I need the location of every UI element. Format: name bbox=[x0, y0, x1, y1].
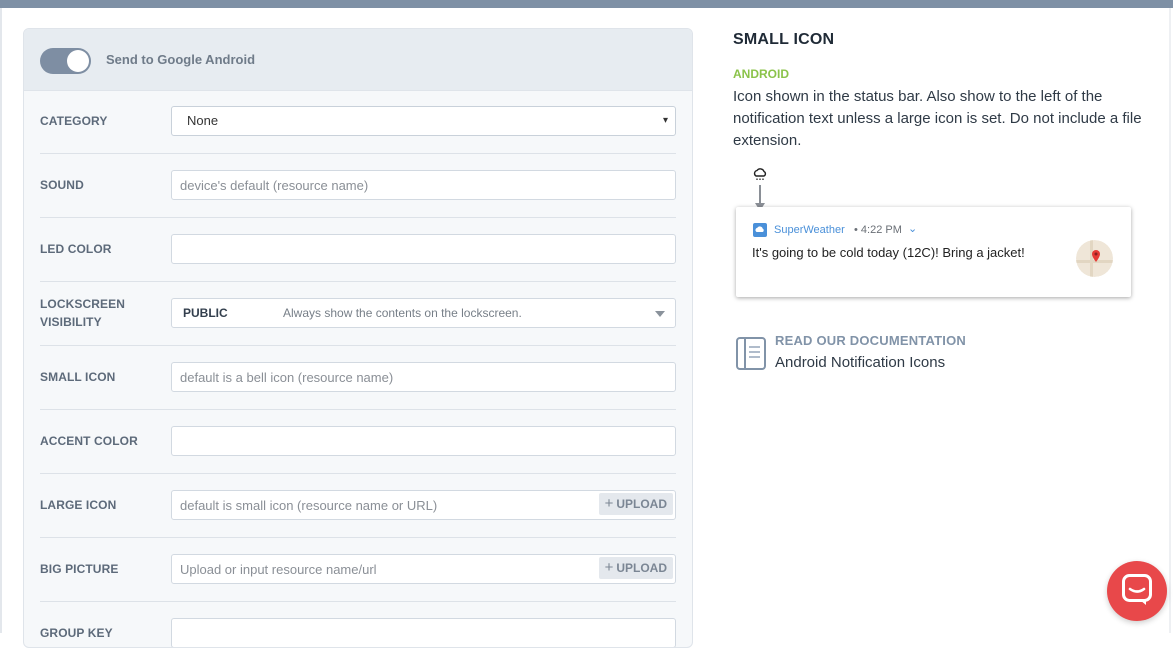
group-key-input[interactable] bbox=[171, 618, 676, 647]
chevron-down-icon: ⌄ bbox=[908, 223, 918, 235]
big-picture-field: +UPLOAD bbox=[171, 554, 676, 584]
accent-color-label: ACCENT COLOR bbox=[40, 434, 138, 448]
large-icon-field: +UPLOAD bbox=[171, 490, 676, 520]
notification-preview: SuperWeather • 4:22 PM ⌄ It's going to b… bbox=[736, 207, 1131, 297]
top-bar bbox=[0, 0, 1173, 8]
divider bbox=[40, 281, 676, 282]
divider bbox=[40, 217, 676, 218]
chevron-down-icon bbox=[655, 311, 665, 317]
cloud-icon bbox=[753, 168, 767, 180]
pointer-line bbox=[759, 185, 761, 205]
big-picture-label: BIG PICTURE bbox=[40, 562, 119, 576]
lockscreen-visibility-label: LOCKSCREEN VISIBILITY bbox=[40, 295, 125, 331]
document-icon bbox=[736, 337, 766, 370]
category-label: CATEGORY bbox=[40, 114, 108, 128]
documentation-link[interactable]: Android Notification Icons bbox=[775, 354, 945, 371]
info-title: SMALL ICON bbox=[733, 31, 835, 48]
visibility-value: PUBLIC bbox=[183, 306, 228, 320]
category-value: None bbox=[187, 113, 219, 128]
left-border bbox=[0, 8, 2, 633]
android-settings-panel: Send to Google Android CATEGORY None ▾ S… bbox=[23, 28, 693, 648]
led-color-label: LED COLOR bbox=[40, 242, 112, 256]
upload-label: UPLOAD bbox=[616, 561, 667, 575]
lockscreen-label-line2: VISIBILITY bbox=[40, 315, 102, 329]
cloud-icon bbox=[753, 223, 767, 237]
divider bbox=[40, 345, 676, 346]
toggle-knob bbox=[67, 50, 89, 72]
visibility-description: Always show the contents on the lockscre… bbox=[283, 306, 522, 320]
caret-down-icon: ▾ bbox=[662, 115, 668, 126]
category-select[interactable]: None ▾ bbox=[171, 106, 676, 136]
large-icon-upload-button[interactable]: + UPLOAD bbox=[598, 493, 673, 515]
notification-text: It's going to be cold today (12C)! Bring… bbox=[752, 245, 1025, 260]
panel-header: Send to Google Android bbox=[24, 29, 692, 91]
toggle-label: Send to Google Android bbox=[106, 52, 256, 67]
upload-label: UPLOAD bbox=[616, 497, 667, 511]
documentation-label: READ OUR DOCUMENTATION bbox=[775, 333, 966, 348]
sound-label: SOUND bbox=[40, 178, 84, 192]
plus-icon: + bbox=[604, 559, 614, 576]
map-pin-icon bbox=[1076, 240, 1113, 277]
info-description: Icon shown in the status bar. Also show … bbox=[733, 88, 1142, 149]
platform-label: ANDROID bbox=[733, 67, 789, 81]
small-icon-label: SMALL ICON bbox=[40, 370, 116, 384]
chat-button[interactable] bbox=[1107, 561, 1167, 621]
send-to-android-toggle[interactable] bbox=[40, 48, 91, 74]
sound-input[interactable] bbox=[171, 170, 676, 200]
divider bbox=[40, 537, 676, 538]
notification-app-name: SuperWeather bbox=[774, 224, 845, 236]
right-border bbox=[1169, 8, 1171, 633]
group-key-label: GROUP KEY bbox=[40, 626, 113, 640]
accent-color-input[interactable] bbox=[171, 426, 676, 456]
led-color-input[interactable] bbox=[171, 234, 676, 264]
plus-icon: + bbox=[604, 495, 614, 512]
lockscreen-visibility-select[interactable]: PUBLIC Always show the contents on the l… bbox=[171, 298, 676, 328]
small-icon-input[interactable] bbox=[171, 362, 676, 392]
divider bbox=[40, 409, 676, 410]
lockscreen-label-line1: LOCKSCREEN bbox=[40, 297, 126, 311]
notification-time: • 4:22 PM bbox=[854, 224, 902, 236]
divider bbox=[40, 473, 676, 474]
big-picture-upload-button[interactable]: + UPLOAD bbox=[598, 557, 673, 579]
large-icon-label: LARGE ICON bbox=[40, 498, 117, 512]
divider bbox=[40, 153, 676, 154]
chat-icon bbox=[1122, 574, 1152, 605]
divider bbox=[40, 601, 676, 602]
